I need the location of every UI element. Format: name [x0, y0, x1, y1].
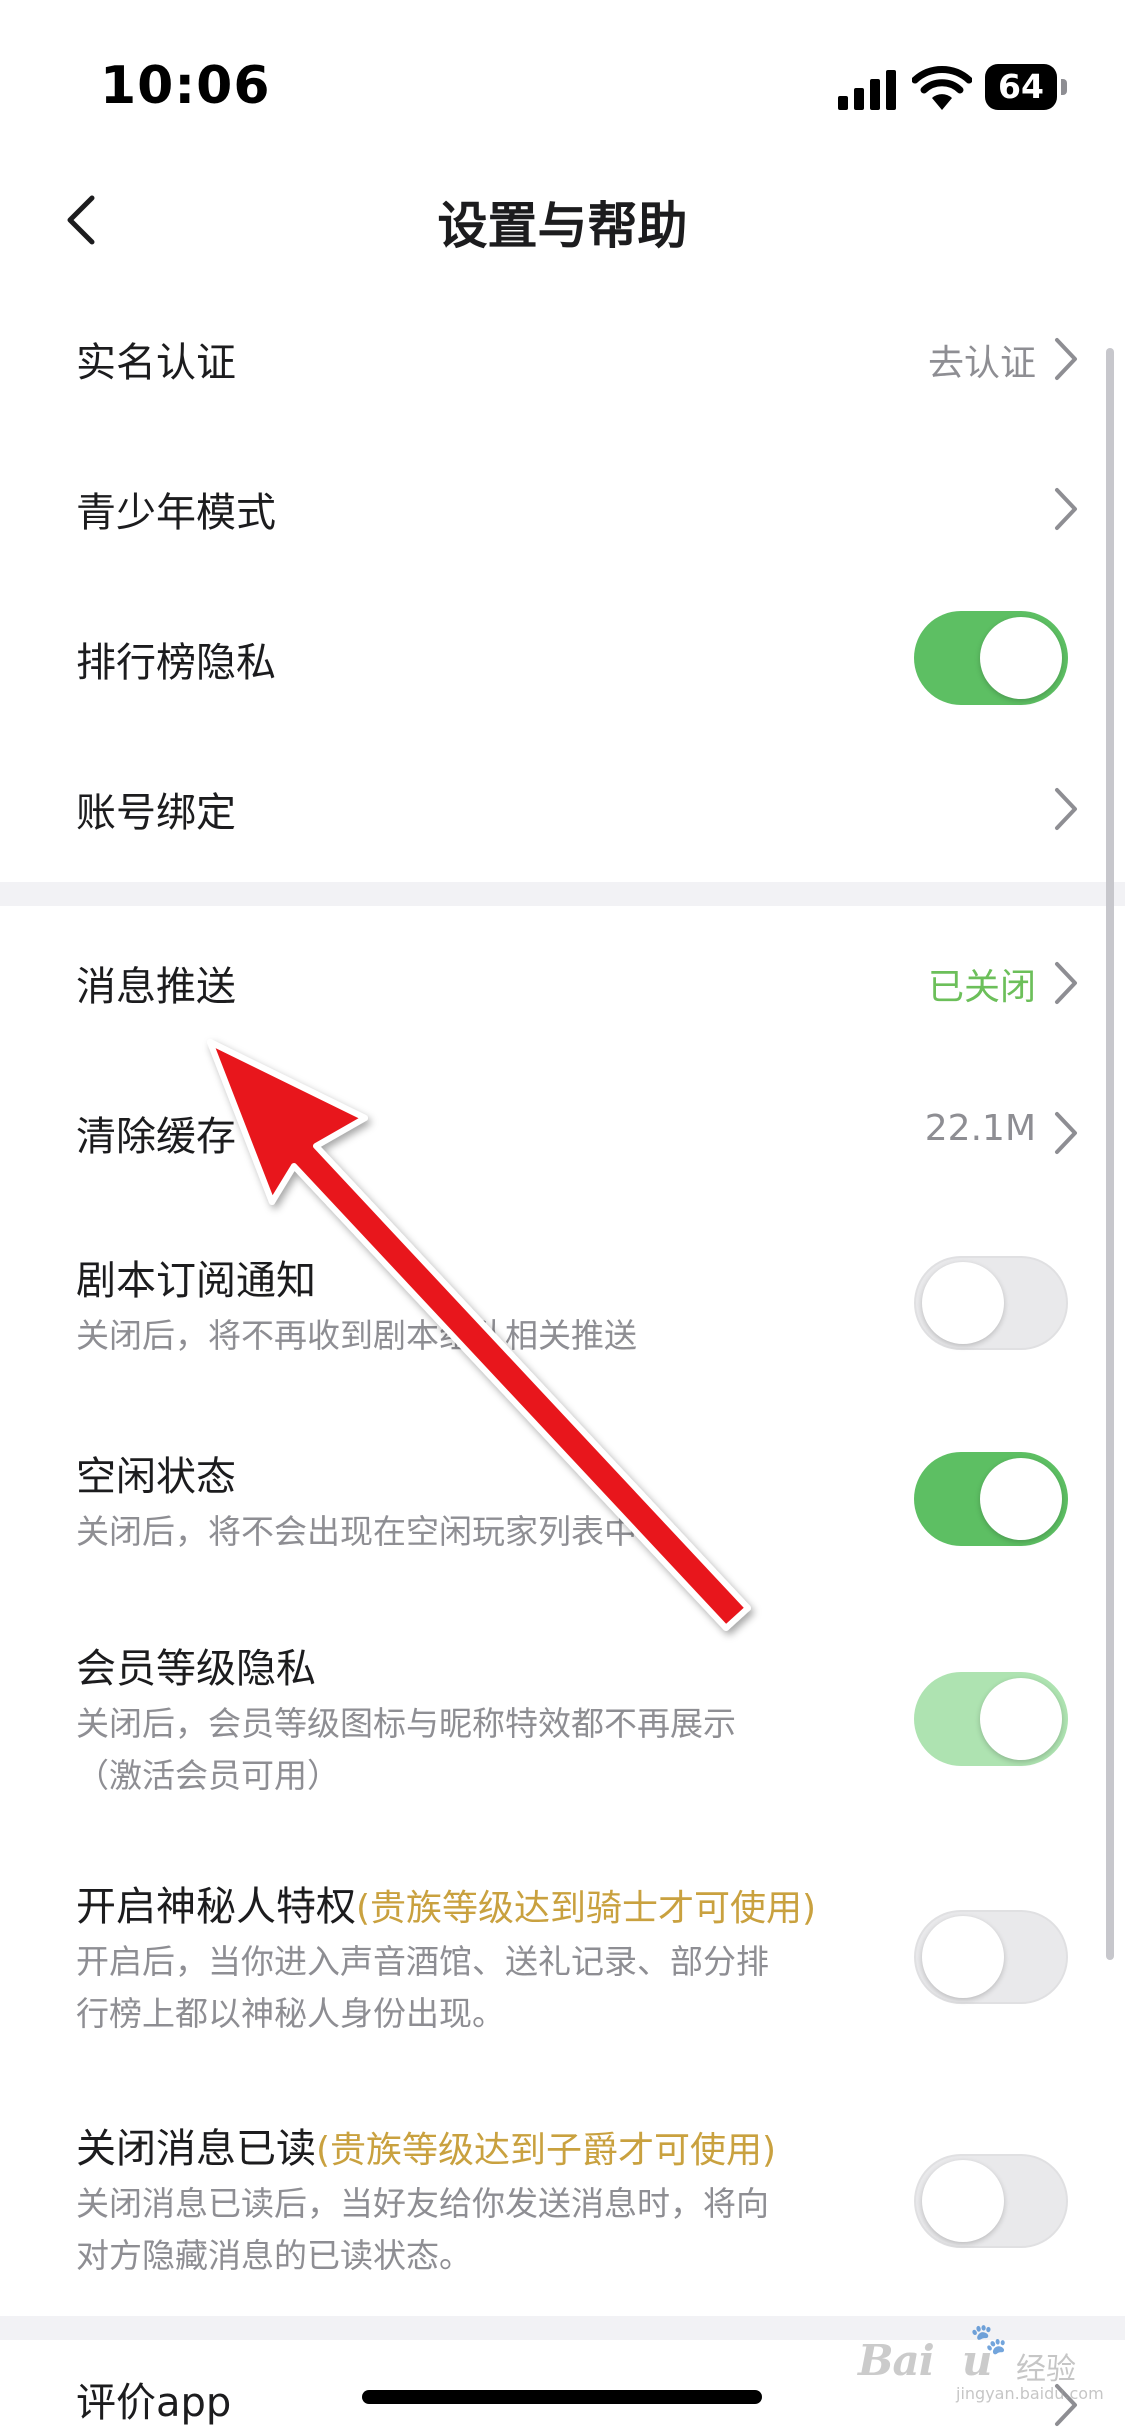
status-bar: 10:06 64 — [0, 0, 1125, 150]
leaderboard-privacy-toggle[interactable] — [914, 611, 1068, 705]
row-value: 去认证 — [927, 343, 1036, 384]
toggle-knob — [922, 1262, 1004, 1344]
row-title: 会员等级隐私 — [76, 1646, 316, 1692]
battery-indicator: 64 — [985, 64, 1067, 110]
row-subtitle-line-2: 对方隐藏消息的已读状态。 — [76, 2236, 472, 2275]
row-title: 青少年模式 — [76, 490, 276, 536]
chevron-right-icon — [1055, 788, 1077, 830]
row-title: 消息推送 — [76, 964, 236, 1010]
battery-level: 64 — [985, 64, 1057, 110]
cellular-signal-icon — [838, 70, 896, 110]
row-title-text: 关闭消息已读 — [76, 2126, 316, 2172]
row-title: 空闲状态 — [76, 1454, 236, 1500]
row-subtitle: 关闭后，将不会出现在空闲玩家列表中 — [76, 1512, 637, 1551]
settings-help-screen: 10:06 64 设置与帮助 实名认证 去认证 青少年模式 排行榜隐私 账号绑定… — [0, 0, 1125, 2436]
row-teen-mode[interactable]: 青少年模式 — [0, 448, 1100, 568]
toggle-knob — [980, 617, 1062, 699]
row-title: 排行榜隐私 — [76, 640, 276, 686]
toggle-knob — [922, 1916, 1004, 1998]
row-title: 评价app — [76, 2380, 232, 2426]
chevron-right-icon — [1055, 962, 1077, 1004]
read-receipt-toggle[interactable] — [914, 2154, 1068, 2248]
chevron-right-icon — [1055, 1112, 1077, 1154]
home-indicator[interactable] — [362, 2390, 762, 2404]
row-idle-status: 空闲状态 关闭后，将不会出现在空闲玩家列表中 — [0, 1422, 1100, 1572]
row-value: 22.1M — [924, 1108, 1036, 1149]
row-message-push[interactable]: 消息推送 已关闭 — [0, 922, 1100, 1042]
row-leaderboard-privacy: 排行榜隐私 — [0, 598, 1100, 718]
baidu-jingyan-watermark: Baidu 🐾 经验 jingyan.baidu.com — [858, 2322, 1104, 2403]
wifi-icon — [912, 66, 972, 110]
row-clear-cache[interactable]: 清除缓存 22.1M — [0, 1072, 1100, 1192]
row-title: 账号绑定 — [76, 790, 236, 836]
row-subtitle-line-1: 关闭消息已读后，当好友给你发送消息时，将向 — [76, 2184, 769, 2223]
row-title: 实名认证 — [76, 340, 236, 386]
scrollbar[interactable] — [1106, 348, 1114, 1960]
row-membership-level-privacy: 会员等级隐私 关闭后，会员等级图标与昵称特效都不再展示 （激活会员可用） — [0, 1636, 1100, 1816]
section-divider — [0, 882, 1125, 906]
row-value: 已关闭 — [927, 967, 1036, 1008]
row-mystery-privilege: 开启神秘人特权(贵族等级达到骑士才可使用) 开启后，当你进入声音酒馆、送礼记录、… — [0, 1874, 1100, 2054]
row-subtitle-line-1: 关闭后，会员等级图标与昵称特效都不再展示 — [76, 1704, 736, 1743]
membership-privacy-toggle[interactable] — [914, 1672, 1068, 1766]
row-title: 开启神秘人特权(贵族等级达到骑士才可使用) — [76, 1874, 816, 1932]
script-subscription-toggle[interactable] — [914, 1256, 1068, 1350]
idle-status-toggle[interactable] — [914, 1452, 1068, 1546]
page-title: 设置与帮助 — [437, 197, 688, 255]
requirement-badge: (贵族等级达到骑士才可使用) — [356, 1888, 817, 1929]
row-title-text: 开启神秘人特权 — [76, 1884, 356, 1930]
toggle-knob — [980, 1678, 1062, 1760]
toggle-knob — [922, 2160, 1004, 2242]
row-subtitle: 关闭后，将不再收到剧本组队相关推送 — [76, 1316, 637, 1355]
row-subtitle-line-1: 开启后，当你进入声音酒馆、送礼记录、部分排 — [76, 1942, 769, 1981]
row-subtitle-line-2: 行榜上都以神秘人身份出现。 — [76, 1994, 505, 2033]
requirement-badge: (贵族等级达到子爵才可使用) — [316, 2130, 777, 2171]
chevron-right-icon — [1055, 338, 1077, 380]
row-account-binding[interactable]: 账号绑定 — [0, 748, 1100, 868]
watermark-url: jingyan.baidu.com — [956, 2384, 1104, 2403]
row-real-name-verification[interactable]: 实名认证 去认证 — [0, 298, 1100, 418]
navigation-bar: 设置与帮助 — [0, 150, 1125, 290]
row-subtitle-line-2: （激活会员可用） — [76, 1756, 340, 1795]
row-read-receipt-off: 关闭消息已读(贵族等级达到子爵才可使用) 关闭消息已读后，当好友给你发送消息时，… — [0, 2116, 1100, 2296]
toggle-knob — [980, 1458, 1062, 1540]
paw-icon: 🐾 — [970, 2322, 1008, 2357]
row-title: 剧本订阅通知 — [76, 1258, 316, 1304]
chevron-right-icon — [1055, 488, 1077, 530]
watermark-suffix: 经验 — [1016, 2352, 1076, 2387]
row-script-subscription-notice: 剧本订阅通知 关闭后，将不再收到剧本组队相关推送 — [0, 1226, 1100, 1376]
row-title: 关闭消息已读(贵族等级达到子爵才可使用) — [76, 2116, 776, 2174]
mystery-privilege-toggle[interactable] — [914, 1910, 1068, 2004]
battery-cap — [1061, 79, 1067, 95]
status-time: 10:06 — [100, 56, 271, 116]
row-title: 清除缓存 — [76, 1114, 236, 1160]
